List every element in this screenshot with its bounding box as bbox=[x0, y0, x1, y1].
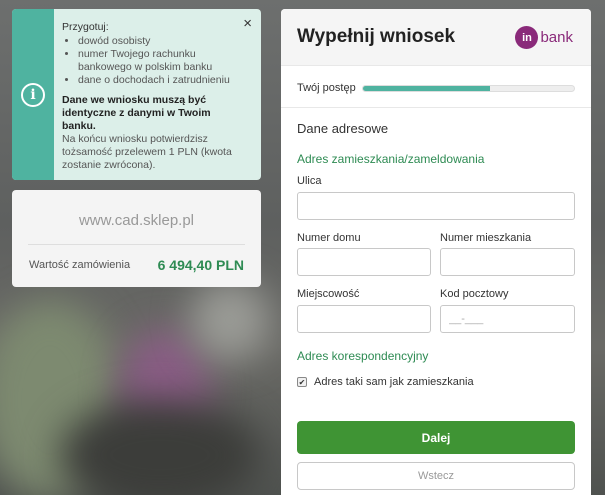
form-header: Wypełnij wniosek in bank bbox=[281, 9, 591, 66]
house-number-input[interactable] bbox=[297, 248, 431, 276]
street-input[interactable] bbox=[297, 192, 575, 220]
order-value: 6 494,40 PLN bbox=[157, 257, 244, 273]
section-title: Dane adresowe bbox=[297, 121, 389, 136]
divider bbox=[28, 244, 245, 245]
progress-fill bbox=[363, 86, 490, 91]
correspondence-heading: Adres korespondencyjny bbox=[297, 349, 429, 363]
progress-label: Twój postęp bbox=[297, 82, 356, 94]
list-item: dowód osobisty bbox=[78, 35, 245, 48]
house-number-label: Numer domu bbox=[297, 232, 361, 244]
order-card: www.cad.sklep.pl Wartość zamówienia 6 49… bbox=[12, 190, 261, 287]
apartment-number-label: Numer mieszkania bbox=[440, 232, 532, 244]
info-bold-text: Dane we wniosku muszą być identyczne z d… bbox=[62, 94, 211, 132]
info-heading: Przygotuj: bbox=[62, 21, 109, 33]
info-note: Na końcu wniosku potwierdzisz tożsamość … bbox=[62, 133, 232, 171]
application-form: Wypełnij wniosek in bank Twój postęp Dan… bbox=[281, 9, 591, 495]
progress: Twój postęp bbox=[297, 82, 575, 96]
address-heading: Adres zamieszkania/zameldowania bbox=[297, 152, 485, 166]
back-button[interactable]: Wstecz bbox=[297, 462, 575, 490]
postal-code-input[interactable] bbox=[440, 305, 575, 333]
street-label: Ulica bbox=[297, 175, 322, 187]
city-label: Miejscowość bbox=[297, 288, 360, 300]
same-address-label: Adres taki sam jak zamieszkania bbox=[314, 376, 474, 388]
prepare-list: dowód osobisty numer Twojego rachunku ba… bbox=[62, 35, 245, 87]
city-input[interactable] bbox=[297, 305, 431, 333]
divider bbox=[281, 107, 591, 108]
postal-code-label: Kod pocztowy bbox=[440, 288, 509, 300]
info-box: i × Przygotuj: dowód osobisty numer Twoj… bbox=[12, 9, 261, 180]
info-strip: i bbox=[12, 9, 54, 180]
info-icon: i bbox=[21, 82, 45, 107]
same-address-row: ✔ Adres taki sam jak zamieszkania bbox=[297, 376, 474, 388]
info-body: Przygotuj: dowód osobisty numer Twojego … bbox=[62, 21, 245, 172]
shop-site: www.cad.sklep.pl bbox=[78, 212, 195, 229]
list-item: numer Twojego rachunku bankowego w polsk… bbox=[78, 48, 245, 74]
next-button[interactable]: Dalej bbox=[297, 421, 575, 454]
same-address-checkbox[interactable]: ✔ bbox=[297, 377, 307, 387]
page-title: Wypełnij wniosek bbox=[297, 26, 456, 47]
apartment-number-input[interactable] bbox=[440, 248, 575, 276]
progress-bar bbox=[362, 85, 575, 92]
order-value-label: Wartość zamówienia bbox=[29, 259, 131, 271]
inbank-logo: in bank bbox=[515, 26, 573, 49]
list-item: dane o dochodach i zatrudnieniu bbox=[78, 74, 245, 87]
logo-word: bank bbox=[540, 29, 573, 46]
logo-mark: in bbox=[515, 26, 539, 49]
